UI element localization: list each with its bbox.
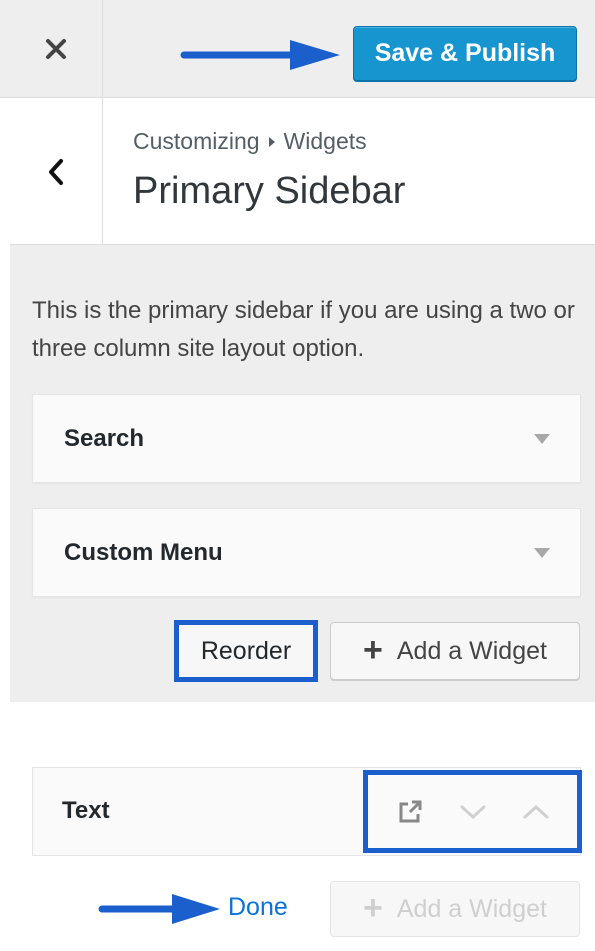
move-down-icon[interactable] [455,794,491,830]
sidebar-description: This is the primary sidebar if you are u… [32,297,575,362]
widget-title: Search [64,424,145,452]
arrow-right-icon [98,894,220,924]
close-icon [46,39,66,59]
save-publish-button[interactable]: Save & Publish [353,26,577,81]
widget-custom-menu[interactable]: Custom Menu [32,508,581,597]
chevron-left-icon [49,158,63,185]
done-link[interactable]: Done [228,893,288,922]
widget-search[interactable]: Search [32,394,581,483]
arrow-right-icon [180,40,340,70]
widget-title: Custom Menu [64,538,223,566]
back-button[interactable] [10,98,103,245]
plus-icon: + [363,630,383,669]
close-customizer-button[interactable] [10,0,103,98]
caret-right-icon [268,136,275,147]
reorder-controls [363,770,582,853]
plus-icon: + [363,888,383,927]
caret-down-icon[interactable] [534,433,550,444]
breadcrumb: Customizing Widgets [133,128,367,155]
page-title: Primary Sidebar [133,170,406,212]
add-widget-label: Add a Widget [396,636,547,665]
move-up-icon[interactable] [518,794,554,830]
reorder-label: Reorder [200,636,292,665]
breadcrumb-root: Customizing [133,128,260,154]
add-widget-button-disabled: + Add a Widget [330,881,580,937]
breadcrumb-section: Widgets [283,128,367,154]
add-widget-label: Add a Widget [396,894,547,923]
widget-title: Text [62,797,110,824]
reorder-button[interactable]: Reorder [174,620,318,682]
external-link-icon[interactable] [392,794,428,830]
caret-down-icon[interactable] [534,547,550,558]
add-widget-button[interactable]: + Add a Widget [330,622,580,680]
